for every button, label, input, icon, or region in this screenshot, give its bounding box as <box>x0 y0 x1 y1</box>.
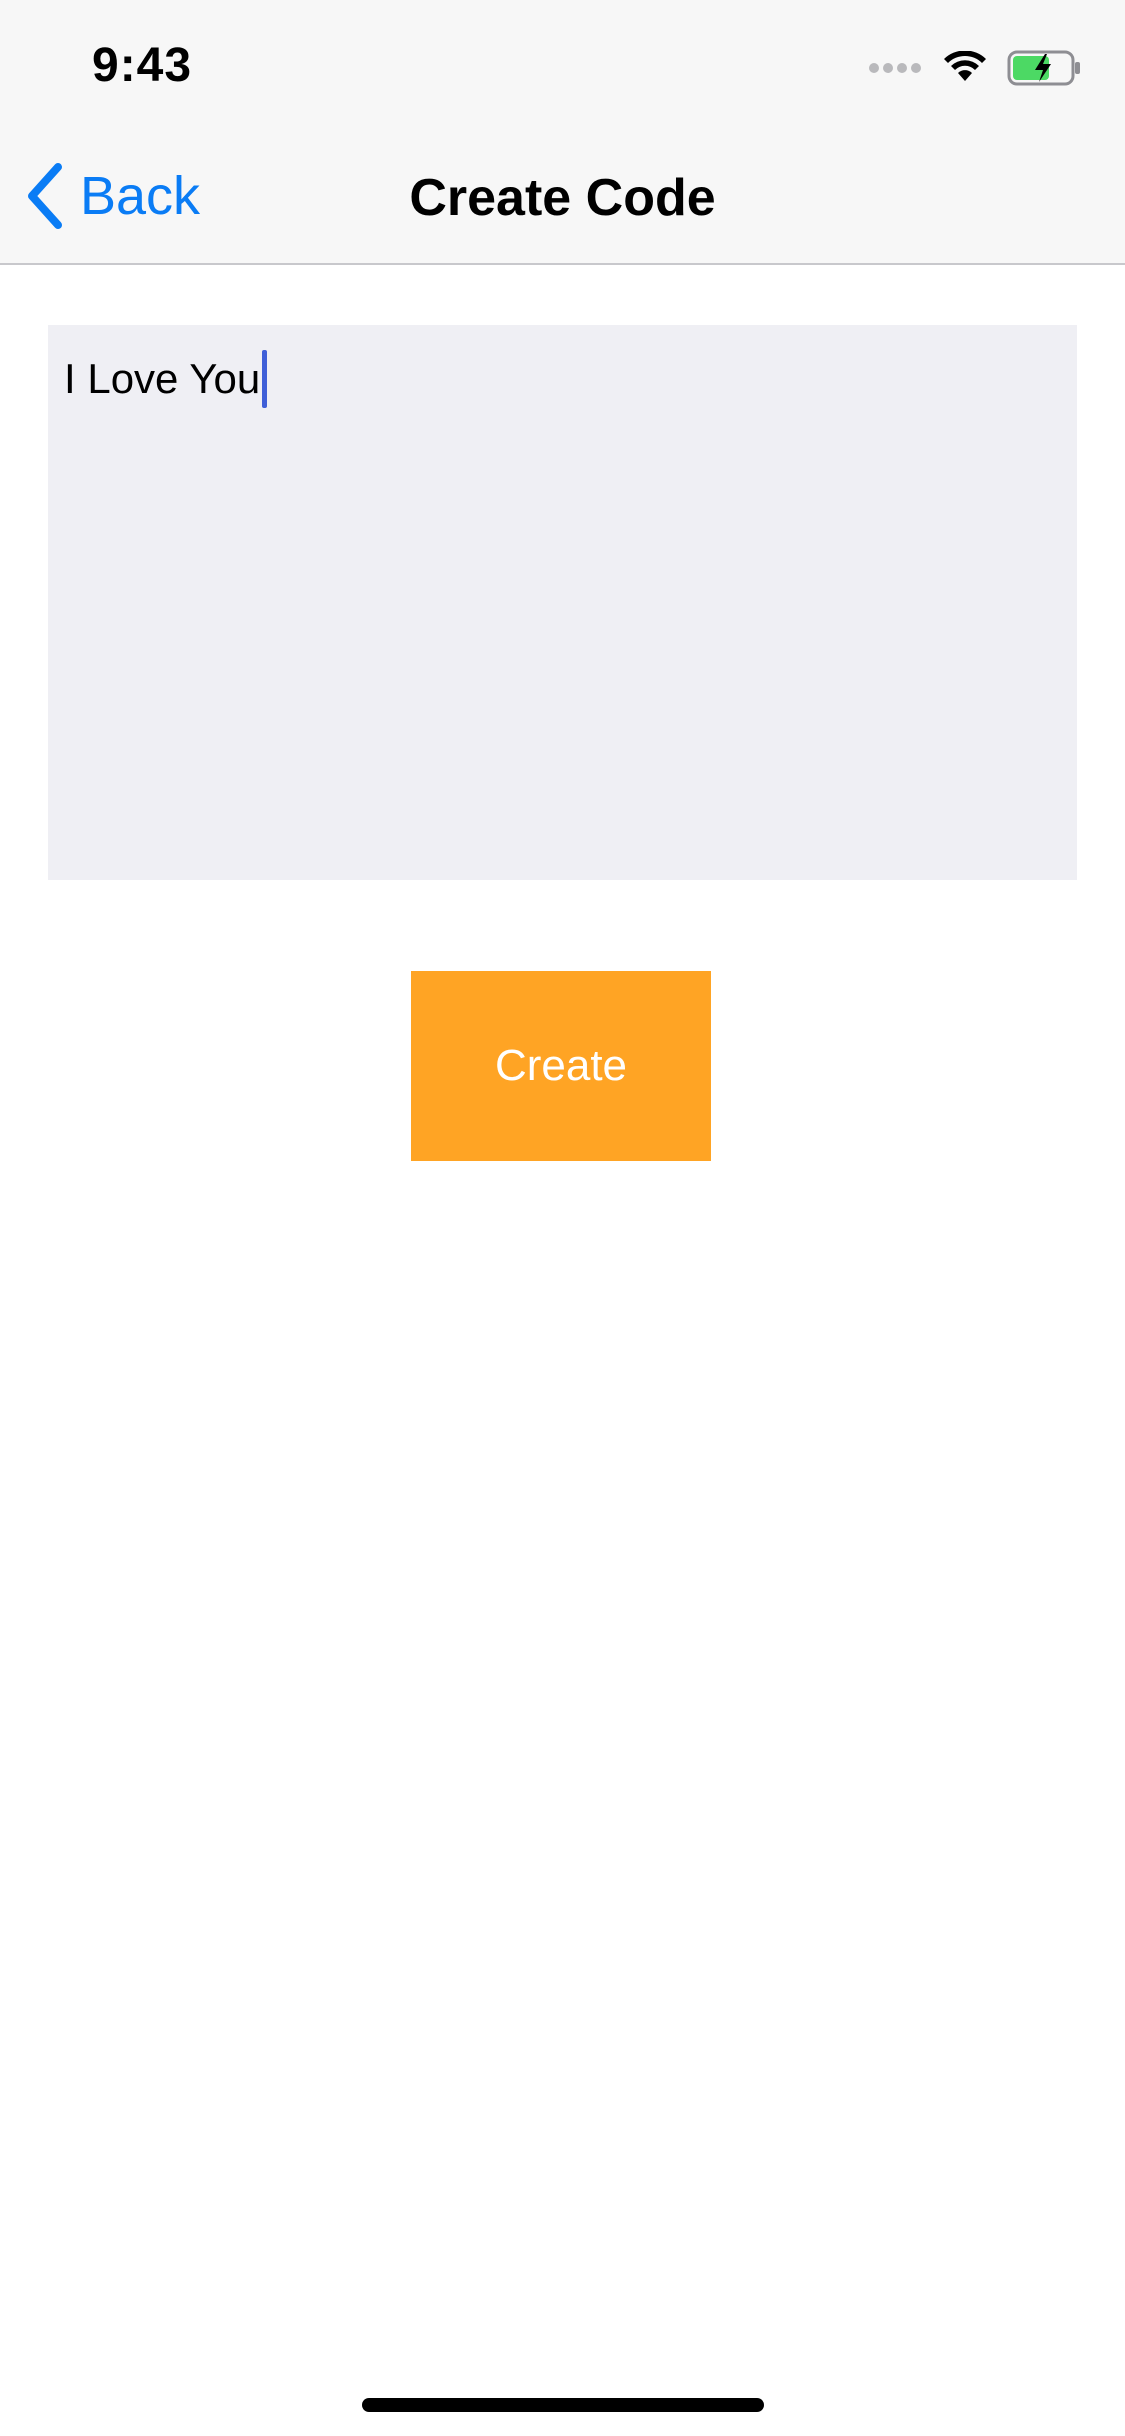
page-title: Create Code <box>409 169 716 227</box>
status-icons <box>869 48 1081 88</box>
home-indicator[interactable] <box>362 2398 764 2412</box>
wifi-icon <box>944 51 986 81</box>
status-time: 9:43 <box>92 39 193 92</box>
text-caret <box>262 350 268 408</box>
text-value: I Love You <box>64 355 261 402</box>
message-text-area[interactable]: I Love You <box>48 325 1077 880</box>
screen: 9:43 Back Create Code I Love You Create <box>0 0 1125 2436</box>
navigation-header: 9:43 Back Create Code <box>0 0 1125 265</box>
text-content: I Love You <box>64 349 268 409</box>
create-button[interactable]: Create <box>411 971 711 1161</box>
battery-charging-icon <box>1007 50 1080 86</box>
cellular-dots-icon <box>869 63 925 73</box>
